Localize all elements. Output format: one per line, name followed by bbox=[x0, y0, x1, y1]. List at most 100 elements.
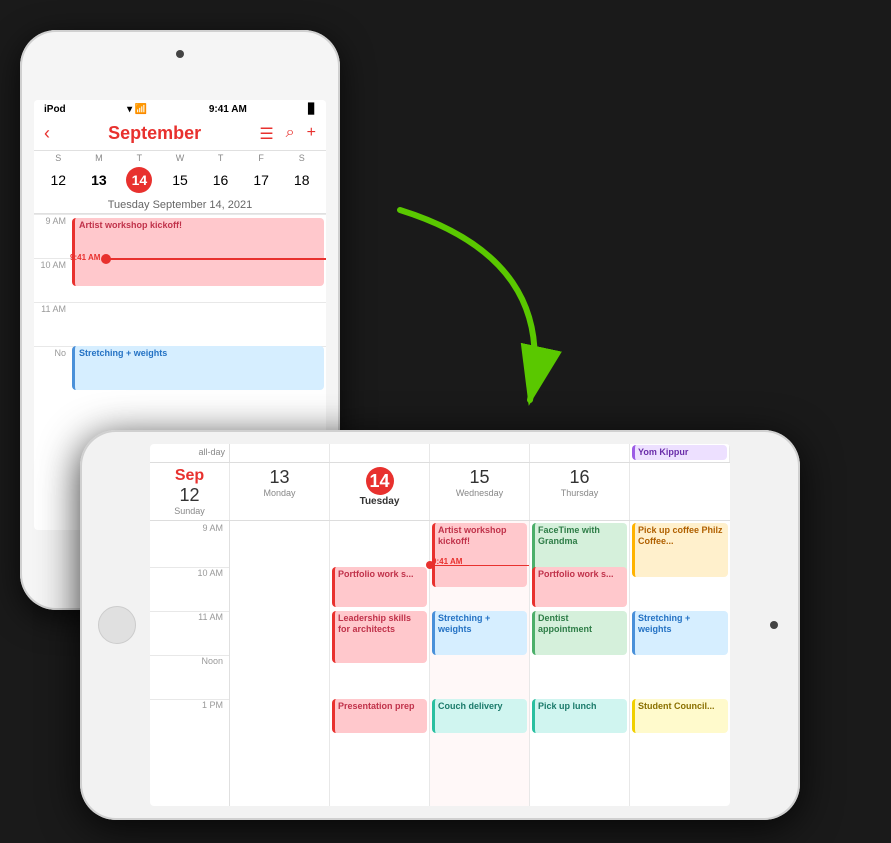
time-label-9am: 9 AM bbox=[34, 215, 70, 226]
time-row-10am: 10 AM bbox=[34, 258, 326, 302]
event-yom-kippur-label: Yom Kippur bbox=[638, 447, 688, 457]
date-14-today[interactable]: 14 bbox=[119, 167, 160, 193]
col-header-14: 14 Tuesday bbox=[330, 463, 430, 520]
event-stretching-tue-label: Stretching + weights bbox=[438, 613, 490, 634]
time-content-11am bbox=[70, 303, 326, 346]
dow-mon: M bbox=[79, 153, 120, 163]
all-day-col-wed bbox=[530, 444, 630, 462]
day-col-sunday bbox=[230, 521, 330, 806]
event-pickup-coffee[interactable]: Pick up coffee Philz Coffee... bbox=[632, 523, 728, 577]
add-icon[interactable]: + bbox=[307, 124, 316, 144]
event-dentist-label: Dentist appointment bbox=[538, 613, 592, 634]
col-date-15: 15 bbox=[434, 467, 525, 488]
col-date-14-today: 14 bbox=[366, 467, 394, 495]
col-date-16: 16 bbox=[534, 467, 625, 488]
day-col-wednesday: FaceTime with Grandma Portfolio work s..… bbox=[530, 521, 630, 806]
event-stretching-tue[interactable]: Stretching + weights bbox=[432, 611, 527, 655]
date-16[interactable]: 16 bbox=[200, 167, 241, 193]
event-couch-delivery[interactable]: Couch delivery bbox=[432, 699, 527, 733]
col-day-wed: Wednesday bbox=[434, 488, 525, 498]
carrier-label: iPod bbox=[44, 104, 66, 115]
event-pickup-coffee-label: Pick up coffee Philz Coffee... bbox=[638, 525, 723, 546]
col-header-13: 13 Monday bbox=[230, 463, 330, 520]
col-date-12: 12 bbox=[154, 485, 225, 506]
landscape-screen: all-day Yom Kippur Sep 12 Sunday bbox=[150, 444, 730, 806]
event-yom-kippur[interactable]: Yom Kippur bbox=[632, 445, 727, 460]
event-pickup-lunch-label: Pick up lunch bbox=[538, 701, 597, 711]
event-portfolio-wed[interactable]: Portfolio work s... bbox=[532, 567, 627, 607]
dow-tue: T bbox=[119, 153, 160, 163]
days-of-week-portrait: S M T W T F S bbox=[34, 151, 326, 165]
date-18[interactable]: 18 bbox=[281, 167, 322, 193]
event-portfolio-wed-label: Portfolio work s... bbox=[538, 569, 614, 579]
time-label-11am: 11 AM bbox=[34, 303, 70, 314]
dow-thu: T bbox=[200, 153, 241, 163]
home-button-landscape[interactable] bbox=[98, 606, 136, 644]
all-day-col-tue bbox=[430, 444, 530, 462]
event-presentation-prep[interactable]: Presentation prep bbox=[332, 699, 427, 733]
calendar-header-landscape: Sep 12 Sunday 13 Monday 14 Tuesday 15 W bbox=[150, 463, 730, 521]
time-content-9am bbox=[70, 215, 326, 258]
event-student-council[interactable]: Student Council... bbox=[632, 699, 728, 733]
time-slot-noon-l: Noon bbox=[150, 655, 229, 699]
time-row-11am: 11 AM bbox=[34, 302, 326, 346]
wifi-icon: ▾ 📶 bbox=[127, 104, 147, 115]
event-portfolio-mon-label: Portfolio work s... bbox=[338, 569, 414, 579]
event-pickup-lunch[interactable]: Pick up lunch bbox=[532, 699, 627, 733]
back-button[interactable]: ‹ bbox=[44, 123, 50, 144]
camera-portrait bbox=[176, 50, 184, 58]
event-portfolio-mon[interactable]: Portfolio work s... bbox=[332, 567, 427, 607]
time-slot-9am-l: 9 AM bbox=[150, 523, 229, 567]
event-dentist[interactable]: Dentist appointment bbox=[532, 611, 627, 655]
arrow-graphic bbox=[380, 200, 580, 420]
search-icon[interactable]: ⌕ bbox=[286, 124, 295, 144]
header-icons: ☰ ⌕ + bbox=[259, 124, 316, 144]
ipod-landscape: all-day Yom Kippur Sep 12 Sunday bbox=[80, 430, 800, 820]
list-icon[interactable]: ☰ bbox=[259, 124, 273, 144]
all-day-col-sun bbox=[230, 444, 330, 462]
date-12[interactable]: 12 bbox=[38, 167, 79, 193]
day-col-tuesday: 9:41 AM Artist workshop kickoff! Stretch… bbox=[430, 521, 530, 806]
event-couch-delivery-label: Couch delivery bbox=[438, 701, 503, 711]
event-student-council-label: Student Council... bbox=[638, 701, 715, 711]
date-15[interactable]: 15 bbox=[160, 167, 201, 193]
col-day-tue: Tuesday bbox=[360, 496, 400, 507]
col-month-sep: Sep bbox=[154, 467, 225, 485]
time-slot-1pm-l: 1 PM bbox=[150, 699, 229, 743]
dow-wed: W bbox=[160, 153, 201, 163]
time-slot-10am-l: 10 AM bbox=[150, 567, 229, 611]
event-presentation-prep-label: Presentation prep bbox=[338, 701, 415, 711]
status-bar-portrait: iPod ▾ 📶 9:41 AM ▊ bbox=[34, 100, 326, 119]
calendar-body-landscape: 9 AM 10 AM 11 AM Noon 1 PM Portfolio wor… bbox=[150, 521, 730, 806]
all-day-col-thu: Yom Kippur bbox=[630, 444, 730, 462]
col-date-13: 13 bbox=[234, 467, 325, 488]
col-day-sun: Sunday bbox=[154, 506, 225, 516]
time-label-noon: No­ bbox=[34, 347, 70, 358]
col-day-mon: Monday bbox=[234, 488, 325, 498]
all-day-row: all-day Yom Kippur bbox=[150, 444, 730, 463]
event-facetime-label: FaceTime with Grandma bbox=[538, 525, 600, 546]
time-grid-portrait: 9 AM 10 AM 11 AM No­ Artist workshop kic… bbox=[34, 214, 326, 414]
day-col-thursday: Pick up coffee Philz Coffee... Stretchin… bbox=[630, 521, 730, 806]
time-row-noon: No­ bbox=[34, 346, 326, 390]
event-artist-workshop-l[interactable]: Artist workshop kickoff! bbox=[432, 523, 527, 587]
event-artist-workshop-l-label: Artist workshop kickoff! bbox=[438, 525, 507, 546]
date-13[interactable]: 13 bbox=[79, 167, 120, 193]
battery-icon: ▊ bbox=[308, 104, 316, 115]
all-day-col-mon bbox=[330, 444, 430, 462]
dow-sat: S bbox=[281, 153, 322, 163]
dow-sun: S bbox=[38, 153, 79, 163]
time-content-10am bbox=[70, 259, 326, 302]
time-slot-11am-l: 11 AM bbox=[150, 611, 229, 655]
time-display: 9:41 AM bbox=[209, 104, 247, 115]
date-17[interactable]: 17 bbox=[241, 167, 282, 193]
all-day-label: all-day bbox=[150, 444, 230, 462]
calendar-landscape: all-day Yom Kippur Sep 12 Sunday bbox=[150, 444, 730, 806]
event-leadership[interactable]: Leadership skills for architects bbox=[332, 611, 427, 663]
col-header-sep-sun: Sep 12 Sunday bbox=[150, 463, 230, 520]
event-stretching-thu-label: Stretching + weights bbox=[638, 613, 690, 634]
event-stretching-thu[interactable]: Stretching + weights bbox=[632, 611, 728, 655]
dow-fri: F bbox=[241, 153, 282, 163]
event-leadership-label: Leadership skills for architects bbox=[338, 613, 411, 634]
date-label-portrait: Tuesday September 14, 2021 bbox=[34, 197, 326, 214]
